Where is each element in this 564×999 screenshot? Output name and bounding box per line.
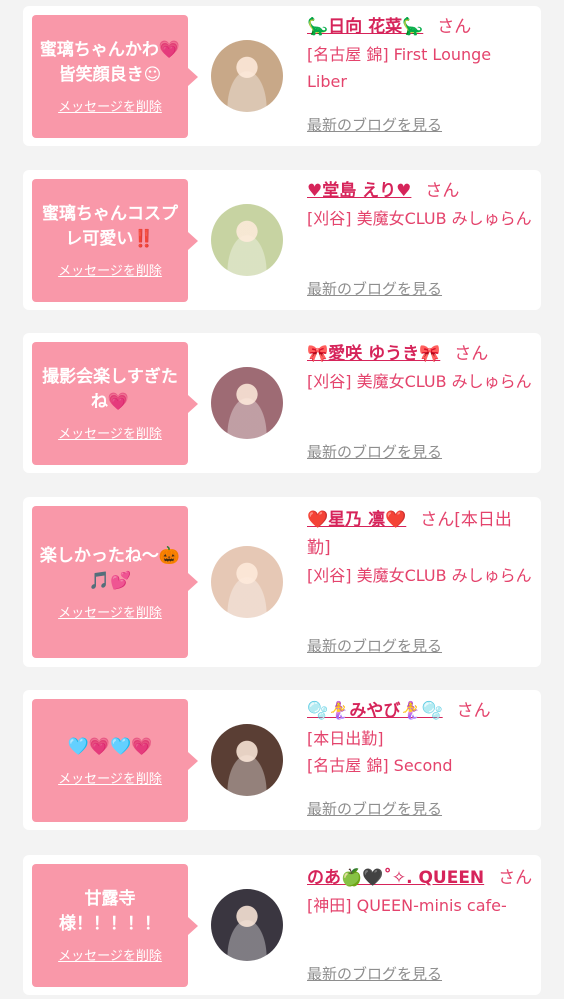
message-card: 楽しかったね〜🎃🎵💕 メッセージを削除 ❤️星乃 凛❤️ さん[本日出勤] [刈谷… [23, 497, 541, 667]
message-bubble: 楽しかったね〜🎃🎵💕 メッセージを削除 [32, 506, 198, 658]
message-bubble: 蜜璃ちゃんかわ💗皆笑顔良き☺ メッセージを削除 [32, 15, 198, 138]
message-card: 🩵💗🩵💗 メッセージを削除 🫧🧜‍♀️みやび🧜‍♀️🫧 さん [本日出勤] [名古… [23, 690, 541, 830]
message-bubble: 撮影会楽しすぎたね💗 メッセージを削除 [32, 342, 198, 465]
sender-name-link[interactable]: のあ🍏🖤˚✧. QUEEN [307, 868, 484, 888]
sender-info: ❤️星乃 凛❤️ さん[本日出勤] [刈谷] 美魔女CLUB みしゅらん [307, 506, 533, 589]
latest-blog-link[interactable]: 最新のブログを見る [307, 963, 442, 984]
latest-blog-link[interactable]: 最新のブログを見る [307, 798, 442, 819]
honorific: さん [498, 868, 533, 888]
shop-info: [刈谷] 美魔女CLUB みしゅらん [307, 562, 533, 589]
sender-name-link[interactable]: 🎀愛咲 ゆうき🎀 [307, 344, 440, 364]
message-card: 蜜璃ちゃんコスプレ可愛い‼️ メッセージを削除 ♥堂島 えり♥ さん [刈谷] 美… [23, 170, 541, 310]
shop-info: [名古屋 錦] First Lounge Liber [307, 41, 533, 95]
message-text: 蜜璃ちゃんかわ💗皆笑顔良き☺ [39, 40, 181, 85]
sender-info: ♥堂島 えり♥ さん [刈谷] 美魔女CLUB みしゅらん [307, 177, 533, 232]
shop-name: 美魔女CLUB みしゅらん [356, 209, 532, 228]
shop-area: [刈谷] [307, 209, 352, 228]
avatar[interactable] [211, 724, 283, 796]
sender-name-link[interactable]: 🦕日向 花菜🦕 [307, 17, 423, 37]
honorific: さん [456, 701, 491, 721]
message-bubble: 甘露寺様！！！！！ メッセージを削除 [32, 864, 198, 987]
delete-message-link[interactable]: メッセージを削除 [58, 945, 162, 964]
sender-name-link[interactable]: ♥堂島 えり♥ [307, 181, 411, 201]
message-text: 🩵💗🩵💗 [67, 736, 153, 757]
message-card: 甘露寺様！！！！！ メッセージを削除 のあ🍏🖤˚✧. QUEEN さん [神田] … [23, 855, 541, 995]
message-text: 甘露寺様！！！！！ [59, 889, 161, 934]
message-list: 蜜璃ちゃんかわ💗皆笑顔良き☺ メッセージを削除 🦕日向 花菜🦕 さん [名古屋 錦… [0, 0, 564, 999]
sender-info: 🎀愛咲 ゆうき🎀 さん [刈谷] 美魔女CLUB みしゅらん [307, 340, 533, 395]
message-card: 蜜璃ちゃんかわ💗皆笑顔良き☺ メッセージを削除 🦕日向 花菜🦕 さん [名古屋 錦… [23, 6, 541, 146]
sender-info: 🦕日向 花菜🦕 さん [名古屋 錦] First Lounge Liber [307, 13, 533, 95]
latest-blog-link[interactable]: 最新のブログを見る [307, 278, 442, 299]
honorific: さん [425, 181, 460, 201]
delete-message-link[interactable]: メッセージを削除 [58, 602, 162, 621]
shop-area: [神田] [307, 896, 352, 915]
delete-message-link[interactable]: メッセージを削除 [58, 423, 162, 442]
message-text: 楽しかったね〜🎃🎵💕 [39, 545, 181, 591]
shop-name: Second [393, 756, 453, 775]
message-text: 撮影会楽しすぎたね💗 [42, 367, 178, 412]
sender-info: 🫧🧜‍♀️みやび🧜‍♀️🫧 さん [本日出勤] [名古屋 錦] Second [307, 697, 533, 779]
shop-info: [神田] QUEEN-minis cafe- [307, 892, 533, 919]
shop-info: [刈谷] 美魔女CLUB みしゅらん [307, 368, 533, 395]
shop-area: [刈谷] [307, 372, 352, 391]
message-bubble: 🩵💗🩵💗 メッセージを削除 [32, 699, 198, 822]
avatar[interactable] [211, 889, 283, 961]
shop-area: [刈谷] [307, 566, 352, 585]
avatar[interactable] [211, 546, 283, 618]
shop-area: [名古屋 錦] [307, 756, 389, 775]
shop-info: [名古屋 錦] Second [307, 752, 533, 779]
shop-area: [名古屋 錦] [307, 45, 389, 64]
shop-name: QUEEN-minis cafe- [356, 896, 507, 915]
delete-message-link[interactable]: メッセージを削除 [58, 96, 162, 115]
delete-message-link[interactable]: メッセージを削除 [58, 260, 162, 279]
today-status: [本日出勤] [307, 729, 384, 748]
latest-blog-link[interactable]: 最新のブログを見る [307, 114, 442, 135]
honorific: さん [454, 344, 489, 364]
message-bubble: 蜜璃ちゃんコスプレ可愛い‼️ メッセージを削除 [32, 179, 198, 302]
sender-name-link[interactable]: 🫧🧜‍♀️みやび🧜‍♀️🫧 [307, 701, 443, 721]
honorific: さん [437, 17, 472, 37]
sender-name-link[interactable]: ❤️星乃 凛❤️ [307, 510, 406, 530]
latest-blog-link[interactable]: 最新のブログを見る [307, 441, 442, 462]
avatar[interactable] [211, 204, 283, 276]
latest-blog-link[interactable]: 最新のブログを見る [307, 635, 442, 656]
avatar[interactable] [211, 367, 283, 439]
honorific: さん [420, 510, 455, 530]
message-text: 蜜璃ちゃんコスプレ可愛い‼️ [42, 204, 178, 249]
shop-name: 美魔女CLUB みしゅらん [356, 566, 532, 585]
sender-info: のあ🍏🖤˚✧. QUEEN さん [神田] QUEEN-minis cafe- [307, 864, 533, 919]
message-card: 撮影会楽しすぎたね💗 メッセージを削除 🎀愛咲 ゆうき🎀 さん [刈谷] 美魔女C… [23, 333, 541, 473]
delete-message-link[interactable]: メッセージを削除 [58, 768, 162, 787]
shop-name: 美魔女CLUB みしゅらん [356, 372, 532, 391]
avatar[interactable] [211, 40, 283, 112]
shop-info: [刈谷] 美魔女CLUB みしゅらん [307, 205, 533, 232]
